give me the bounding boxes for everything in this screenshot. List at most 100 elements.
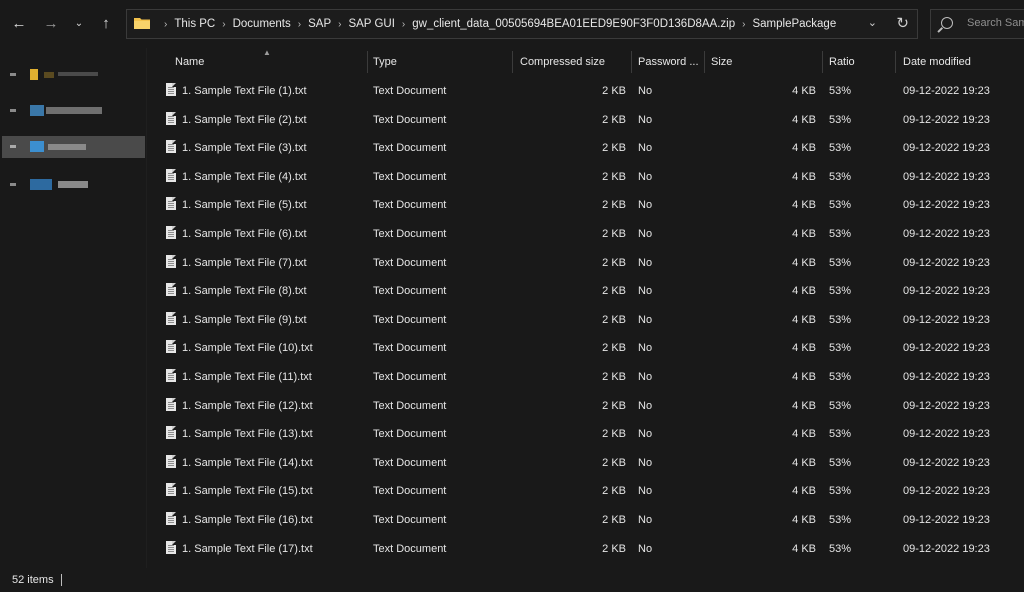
breadcrumb-sap[interactable]: SAP bbox=[308, 18, 331, 30]
forward-arrow-icon[interactable]: → bbox=[40, 12, 62, 34]
file-name[interactable]: 1. Sample Text File (13).txt bbox=[182, 428, 313, 440]
file-name[interactable]: 1. Sample Text File (15).txt bbox=[182, 485, 313, 497]
column-divider[interactable] bbox=[367, 51, 368, 73]
column-header-size[interactable]: Size bbox=[711, 48, 732, 76]
file-ratio: 53% bbox=[829, 313, 852, 326]
redacted-icon bbox=[30, 141, 44, 152]
column-divider[interactable] bbox=[704, 51, 705, 73]
breadcrumb-this-pc[interactable]: This PC bbox=[174, 18, 215, 30]
file-name[interactable]: 1. Sample Text File (8).txt bbox=[182, 285, 307, 297]
file-name[interactable]: 1. Sample Text File (17).txt bbox=[182, 543, 313, 555]
breadcrumb-samplepackage[interactable]: SamplePackage bbox=[752, 18, 836, 30]
file-name[interactable]: 1. Sample Text File (4).txt bbox=[182, 171, 307, 183]
sidebar-item[interactable] bbox=[2, 64, 145, 86]
column-header-name[interactable]: Name bbox=[175, 48, 204, 76]
table-row[interactable]: 1. Sample Text File (12).txt Text Documen… bbox=[147, 392, 1024, 421]
table-row[interactable]: 1. Sample Text File (17).txt Text Documen… bbox=[147, 535, 1024, 564]
column-divider[interactable] bbox=[895, 51, 896, 73]
table-row[interactable]: 1. Sample Text File (15).txt Text Documen… bbox=[147, 477, 1024, 506]
file-name[interactable]: 1. Sample Text File (9).txt bbox=[182, 314, 307, 326]
address-bar[interactable]: › This PC › Documents › SAP › SAP GUI › … bbox=[126, 9, 918, 39]
chevron-right-icon[interactable]: › bbox=[164, 19, 167, 30]
file-name[interactable]: 1. Sample Text File (14).txt bbox=[182, 457, 313, 469]
redacted-icon bbox=[30, 69, 38, 80]
table-row[interactable]: 1. Sample Text File (1).txt Text Document… bbox=[147, 77, 1024, 106]
text-file-icon bbox=[166, 254, 176, 268]
column-divider[interactable] bbox=[512, 51, 513, 73]
file-name[interactable]: 1. Sample Text File (7).txt bbox=[182, 257, 307, 269]
column-header-date-modified[interactable]: Date modified bbox=[903, 48, 971, 76]
search-box[interactable] bbox=[930, 9, 1024, 39]
file-name[interactable]: 1. Sample Text File (5).txt bbox=[182, 199, 307, 211]
file-ratio: 53% bbox=[829, 170, 852, 183]
address-history-dropdown-icon[interactable]: ⌄ bbox=[868, 16, 877, 29]
file-name[interactable]: 1. Sample Text File (16).txt bbox=[182, 514, 313, 526]
expand-icon[interactable] bbox=[10, 183, 16, 186]
column-divider[interactable] bbox=[631, 51, 632, 73]
table-row[interactable]: 1. Sample Text File (7).txt Text Document… bbox=[147, 249, 1024, 278]
expand-icon[interactable] bbox=[10, 145, 16, 148]
table-row[interactable]: 1. Sample Text File (14).txt Text Documen… bbox=[147, 449, 1024, 478]
table-row[interactable]: 1. Sample Text File (3).txt Text Document… bbox=[147, 134, 1024, 163]
back-arrow-icon[interactable]: ← bbox=[8, 12, 30, 34]
file-password: No bbox=[638, 113, 653, 126]
file-type: Text Document bbox=[373, 199, 447, 212]
breadcrumb-documents[interactable]: Documents bbox=[233, 18, 291, 30]
table-row[interactable]: 1. Sample Text File (11).txt Text Documen… bbox=[147, 363, 1024, 392]
file-size: 4 KB bbox=[792, 313, 816, 326]
sidebar-item-selected[interactable] bbox=[2, 136, 145, 158]
text-file-icon bbox=[166, 368, 176, 382]
column-header-password[interactable]: Password ... bbox=[638, 48, 699, 76]
file-type: Text Document bbox=[373, 456, 447, 469]
file-name[interactable]: 1. Sample Text File (1).txt bbox=[182, 85, 307, 97]
file-ratio: 53% bbox=[829, 199, 852, 212]
expand-icon[interactable] bbox=[10, 109, 16, 112]
search-input[interactable] bbox=[965, 16, 1024, 30]
table-row[interactable]: 1. Sample Text File (9).txt Text Document… bbox=[147, 306, 1024, 335]
breadcrumb-sap-gui[interactable]: SAP GUI bbox=[348, 18, 394, 30]
sidebar-item[interactable] bbox=[2, 174, 145, 196]
file-compressed-size: 2 KB bbox=[602, 399, 626, 412]
table-row[interactable]: 1. Sample Text File (5).txt Text Document… bbox=[147, 191, 1024, 220]
table-row[interactable]: 1. Sample Text File (8).txt Text Document… bbox=[147, 277, 1024, 306]
column-header-ratio[interactable]: Ratio bbox=[829, 48, 855, 76]
file-date-modified: 09-12-2022 19:23 bbox=[903, 285, 990, 298]
file-name[interactable]: 1. Sample Text File (10).txt bbox=[182, 342, 313, 354]
file-name[interactable]: 1. Sample Text File (6).txt bbox=[182, 228, 307, 240]
chevron-right-icon[interactable]: › bbox=[338, 19, 341, 30]
sidebar-item[interactable] bbox=[2, 100, 145, 122]
redacted-label bbox=[58, 72, 98, 76]
file-name[interactable]: 1. Sample Text File (11).txt bbox=[182, 371, 312, 383]
column-header-compressed-size[interactable]: Compressed size bbox=[520, 48, 605, 76]
navigation-pane bbox=[0, 48, 146, 568]
file-name[interactable]: 1. Sample Text File (12).txt bbox=[182, 400, 313, 412]
up-arrow-icon[interactable]: ↑ bbox=[95, 12, 117, 34]
file-date-modified: 09-12-2022 19:23 bbox=[903, 399, 990, 412]
table-row[interactable]: 1. Sample Text File (13).txt Text Documen… bbox=[147, 420, 1024, 449]
column-header-type[interactable]: Type bbox=[373, 48, 397, 76]
refresh-icon[interactable]: ↻ bbox=[896, 14, 909, 32]
file-name[interactable]: 1. Sample Text File (3).txt bbox=[182, 142, 307, 154]
table-row[interactable]: 1. Sample Text File (16).txt Text Documen… bbox=[147, 506, 1024, 535]
chevron-right-icon[interactable]: › bbox=[742, 19, 745, 30]
table-row[interactable]: 1. Sample Text File (4).txt Text Document… bbox=[147, 163, 1024, 192]
text-file-icon bbox=[166, 83, 176, 96]
file-date-modified: 09-12-2022 19:23 bbox=[903, 370, 990, 383]
chevron-right-icon[interactable]: › bbox=[222, 19, 225, 30]
file-name[interactable]: 1. Sample Text File (2).txt bbox=[182, 114, 307, 126]
text-file-icon bbox=[166, 540, 176, 554]
breadcrumb-zip[interactable]: gw_client_data_00505694BEA01EED9E90F3F0D… bbox=[412, 18, 735, 30]
navigation-bar: ← → ⌄ ↑ › This PC › Documents › SAP › SA… bbox=[0, 0, 1024, 48]
chevron-right-icon[interactable]: › bbox=[298, 19, 301, 30]
chevron-down-icon[interactable]: ⌄ bbox=[68, 12, 90, 34]
file-ratio: 53% bbox=[829, 227, 852, 240]
file-size: 4 KB bbox=[792, 370, 816, 383]
chevron-right-icon[interactable]: › bbox=[402, 19, 405, 30]
column-divider[interactable] bbox=[822, 51, 823, 73]
text-file-icon bbox=[166, 168, 176, 182]
table-row[interactable]: 1. Sample Text File (10).txt Text Documen… bbox=[147, 334, 1024, 363]
table-row[interactable]: 1. Sample Text File (6).txt Text Document… bbox=[147, 220, 1024, 249]
file-compressed-size: 2 KB bbox=[602, 513, 626, 526]
expand-icon[interactable] bbox=[10, 73, 16, 76]
table-row[interactable]: 1. Sample Text File (2).txt Text Document… bbox=[147, 106, 1024, 135]
